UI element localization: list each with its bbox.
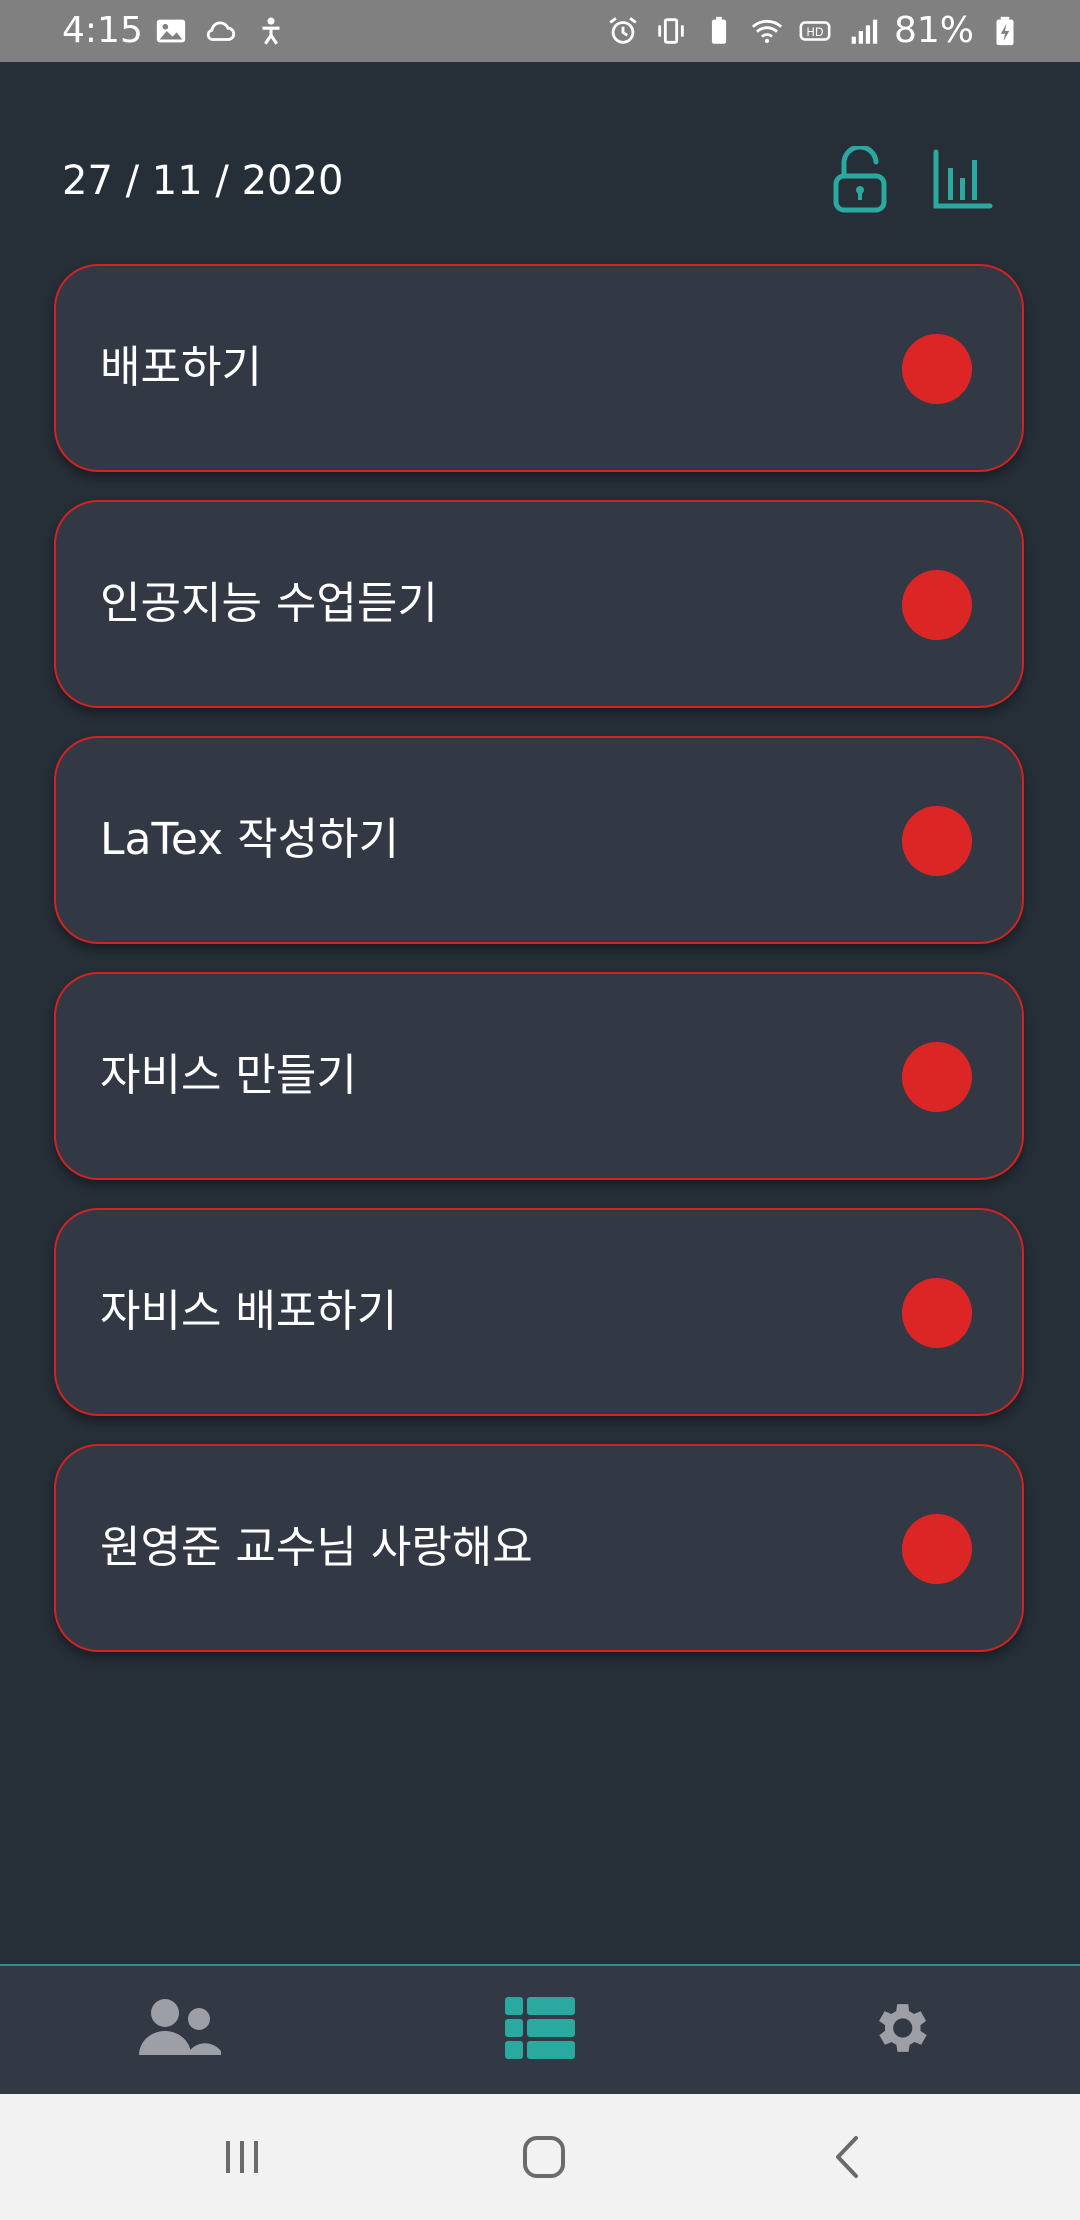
nav-settings-tab[interactable] (852, 1988, 948, 2068)
date-label: 27 / 11 / 2020 (62, 158, 344, 204)
task-status-dot[interactable] (902, 570, 972, 640)
task-status-dot[interactable] (902, 1042, 972, 1112)
battery-charging-icon (996, 16, 1014, 46)
task-status-dot[interactable] (902, 334, 972, 404)
signal-icon (851, 19, 878, 44)
vibrate-icon (658, 18, 684, 44)
wifi-icon (751, 19, 783, 44)
cloud-icon (206, 21, 236, 41)
task-label: 원영준 교수님 사랑해요 (100, 1522, 533, 1573)
task-item[interactable]: 인공지능 수업듣기 (54, 500, 1024, 708)
task-item[interactable]: 자비스 만들기 (54, 972, 1024, 1180)
task-label: 자비스 만들기 (100, 1050, 357, 1101)
bar-chart-icon[interactable] (930, 146, 994, 214)
users-icon (139, 1999, 221, 2055)
image-icon (156, 19, 186, 43)
battery-percent: 81% (893, 10, 974, 51)
svg-text:HD: HD (806, 25, 824, 39)
status-time: 4:15 (62, 10, 143, 51)
unlock-icon[interactable] (828, 146, 892, 214)
status-right: HD 81% (606, 10, 1022, 52)
task-label: LaTex 작성하기 (100, 814, 400, 865)
alarm-icon (609, 17, 637, 44)
task-item[interactable]: LaTex 작성하기 (54, 736, 1024, 944)
task-status-dot[interactable] (902, 1278, 972, 1348)
accessibility-icon (262, 17, 280, 45)
task-label: 자비스 배포하기 (100, 1286, 398, 1337)
system-nav-bar (0, 2094, 1080, 2220)
task-status-dot[interactable] (902, 806, 972, 876)
status-left-icons (154, 14, 288, 48)
bottom-nav (0, 1964, 1080, 2094)
back-button[interactable] (808, 2122, 888, 2192)
task-item[interactable]: 원영준 교수님 사랑해요 (54, 1444, 1024, 1652)
battery-saver-icon (711, 16, 727, 44)
home-icon (523, 2136, 565, 2178)
hd-voice-icon: HD (799, 21, 831, 41)
back-icon (836, 2136, 858, 2178)
home-button[interactable] (504, 2122, 584, 2192)
task-item[interactable]: 자비스 배포하기 (54, 1208, 1024, 1416)
task-label: 배포하기 (100, 342, 262, 393)
task-item[interactable]: 배포하기 (54, 264, 1024, 472)
task-status-dot[interactable] (902, 1514, 972, 1584)
task-label: 인공지능 수업듣기 (100, 578, 438, 629)
recents-button[interactable] (202, 2122, 282, 2192)
list-icon (505, 1997, 575, 2059)
nav-tasks-tab[interactable] (492, 1988, 588, 2068)
recents-icon (226, 2141, 258, 2173)
nav-friends-tab[interactable] (132, 1988, 228, 2068)
status-bar: 4:15 HD 81% (0, 0, 1080, 62)
gear-icon (879, 2004, 927, 2052)
